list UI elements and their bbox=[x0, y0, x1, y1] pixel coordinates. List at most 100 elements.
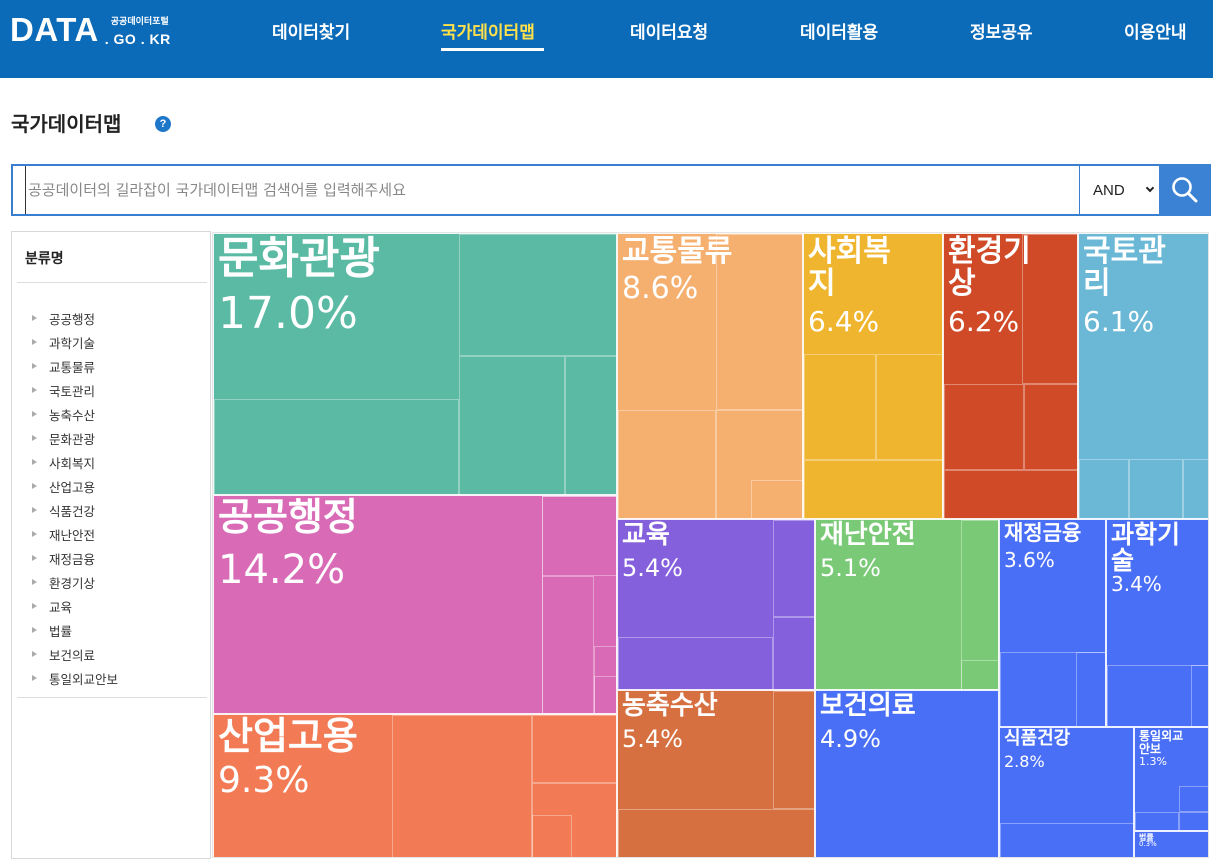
sidebar-category-item[interactable]: 교육 bbox=[30, 594, 118, 618]
triangle-right-icon bbox=[32, 675, 37, 681]
treemap-subcell bbox=[532, 815, 572, 857]
sidebar-category-item[interactable]: 사회복지 bbox=[30, 450, 118, 474]
triangle-right-icon bbox=[32, 603, 37, 609]
treemap-subcell bbox=[1129, 459, 1183, 518]
treemap-cell-label-line: 상 bbox=[948, 265, 976, 301]
treemap-subcell bbox=[1076, 652, 1105, 726]
search-operator-select[interactable]: AND bbox=[1079, 166, 1159, 214]
category-list: 공공행정과학기술교통물류국토관리농축수산문화관광사회복지산업고용식품건강 재난안전… bbox=[30, 306, 118, 690]
triangle-right-icon bbox=[32, 483, 37, 489]
treemap-cell-label-line: 공공행정 bbox=[218, 495, 358, 539]
treemap-cell-label-line: 재정금융 bbox=[1004, 521, 1082, 545]
treemap-cell[interactable]: 농축수산 5.4% bbox=[617, 690, 815, 857]
search-input[interactable] bbox=[25, 166, 1075, 214]
sidebar-category-item[interactable]: 통일외교안보 bbox=[30, 666, 118, 690]
sidebar-category-item[interactable]: 국토관리 bbox=[30, 378, 118, 402]
sidebar-category-item[interactable]: 재난안전 bbox=[30, 522, 118, 546]
triangle-right-icon bbox=[32, 339, 37, 345]
data-go-kr-logo[interactable]: DATA 공공데이터포털 . GO . KR bbox=[10, 12, 171, 48]
sidebar-category-item[interactable]: 문화관광 bbox=[30, 426, 118, 450]
treemap-cell-percent: 5.4% bbox=[622, 554, 683, 582]
treemap-cell[interactable]: 재정금융 3.6% bbox=[999, 519, 1106, 727]
treemap-cell-percent: 0.3% bbox=[1139, 840, 1157, 848]
treemap-cell[interactable]: 교통물류 8.6% bbox=[617, 233, 803, 519]
search-operator-value: AND bbox=[1093, 181, 1125, 199]
treemap-cell-label: 농축수산 bbox=[622, 692, 718, 720]
treemap-cell-percent: 5.4% bbox=[622, 725, 683, 753]
nav-find-data[interactable]: 데이터찾기 bbox=[272, 18, 350, 43]
treemap-cell-label-line: 사회복 bbox=[808, 234, 891, 269]
sidebar-category-item[interactable]: 환경기상 bbox=[30, 570, 118, 594]
treemap-cell-label: 산업고용 bbox=[218, 716, 358, 757]
treemap-cell[interactable]: 법률 0.3% bbox=[1134, 831, 1208, 857]
page-title: 국가데이터맵 bbox=[11, 112, 122, 136]
sidebar-category-item[interactable]: 공공행정 bbox=[30, 306, 118, 330]
triangle-right-icon bbox=[32, 531, 37, 537]
sidebar-category-item[interactable]: 식품건강 bbox=[30, 498, 118, 522]
treemap-cell-label-line: 환경기 bbox=[948, 234, 1031, 269]
sidebar-category-label: 문화관광 bbox=[49, 431, 96, 447]
triangle-right-icon bbox=[32, 579, 37, 585]
treemap-cell[interactable]: 문화관광 17.0% bbox=[213, 233, 617, 495]
treemap-cell[interactable]: 사회복 지 6.4% bbox=[803, 233, 943, 519]
treemap-cell[interactable]: 재난안전 5.1% bbox=[815, 519, 999, 690]
question-circle-icon[interactable]: ? bbox=[155, 116, 171, 132]
treemap-cell[interactable]: 식품건강 2.8% bbox=[999, 727, 1134, 857]
sidebar-category-label: 법률 bbox=[49, 623, 73, 639]
treemap-cell-percent: 3.6% bbox=[1004, 548, 1055, 572]
treemap-cell[interactable]: 환경기 상 6.2% bbox=[943, 233, 1078, 519]
treemap-subcell bbox=[618, 637, 773, 689]
sidebar-category-item[interactable]: 과학기술 bbox=[30, 330, 118, 354]
nav-info-share[interactable]: 정보공유 bbox=[970, 18, 1033, 43]
treemap-cell-label: 과학기 술 bbox=[1111, 521, 1180, 575]
nav-data-request[interactable]: 데이터요청 bbox=[630, 18, 708, 43]
sidebar-category-item[interactable]: 보건의료 bbox=[30, 642, 118, 666]
treemap-cell-percent: 8.6% bbox=[622, 271, 699, 306]
treemap-cell[interactable]: 보건의료 4.9% bbox=[815, 690, 999, 857]
treemap-subcell bbox=[618, 809, 814, 857]
treemap-subcell bbox=[773, 617, 814, 689]
sidebar-category-label: 국토관리 bbox=[49, 383, 96, 399]
triangle-right-icon bbox=[32, 651, 37, 657]
sidebar-category-label: 산업고용 bbox=[49, 479, 96, 495]
treemap-cell-label-line: 재난안전 bbox=[820, 520, 916, 550]
sidebar-category-item[interactable]: 농축수산 bbox=[30, 402, 118, 426]
sidebar-title: 분류명 bbox=[25, 251, 64, 267]
sidebar-category-item[interactable]: 재정금융 bbox=[30, 546, 118, 570]
treemap-subcell bbox=[618, 410, 716, 518]
treemap-cell[interactable]: 통일외교 안보 1.3% bbox=[1134, 727, 1208, 831]
treemap-cell[interactable]: 공공행정 14.2% bbox=[213, 495, 617, 714]
treemap-cell-percent: 3.4% bbox=[1111, 572, 1162, 596]
triangle-right-icon bbox=[32, 459, 37, 465]
treemap-subcell bbox=[944, 384, 1024, 470]
triangle-right-icon bbox=[32, 387, 37, 393]
sidebar-category-label: 통일외교안보 bbox=[49, 671, 119, 687]
treemap-subcell bbox=[944, 470, 1077, 518]
treemap-cell[interactable]: 교육 5.4% bbox=[617, 519, 815, 690]
search-button[interactable] bbox=[1159, 164, 1211, 216]
treemap-cell-label-line: 국토관 bbox=[1083, 234, 1166, 269]
search-box bbox=[11, 164, 1160, 216]
sidebar-category-item[interactable]: 법률 bbox=[30, 618, 118, 642]
treemap-subcell bbox=[773, 691, 814, 809]
treemap-cell[interactable]: 과학기 술 3.4% bbox=[1106, 519, 1208, 727]
treemap-cell[interactable]: 산업고용 9.3% bbox=[213, 714, 617, 857]
sidebar-category-item[interactable]: 산업고용 bbox=[30, 474, 118, 498]
treemap-subcell bbox=[1000, 823, 1133, 857]
treemap-cell-percent: 6.2% bbox=[948, 305, 1020, 338]
treemap-cell[interactable]: 국토관 리 6.1% bbox=[1078, 233, 1208, 519]
nav-national-data-map[interactable]: 국가데이터맵 bbox=[441, 18, 535, 43]
sidebar-category-label: 환경기상 bbox=[49, 575, 96, 591]
treemap-cell-label-line: 안보 bbox=[1139, 741, 1162, 756]
treemap-cell-label-line: 교육 bbox=[622, 520, 670, 550]
sidebar-category-label: 교육 bbox=[49, 599, 73, 615]
nav-user-guide[interactable]: 이용안내 bbox=[1124, 18, 1187, 43]
treemap-subcell bbox=[532, 715, 616, 783]
triangle-right-icon bbox=[32, 315, 37, 321]
sidebar-category-label: 공공행정 bbox=[49, 311, 96, 327]
logo-sub-text: . GO . KR bbox=[104, 31, 171, 47]
sidebar-category-label: 교통물류 bbox=[49, 359, 96, 375]
sidebar-category-item[interactable]: 교통물류 bbox=[30, 354, 118, 378]
nav-data-use[interactable]: 데이터활용 bbox=[800, 18, 878, 43]
triangle-right-icon bbox=[32, 507, 37, 513]
